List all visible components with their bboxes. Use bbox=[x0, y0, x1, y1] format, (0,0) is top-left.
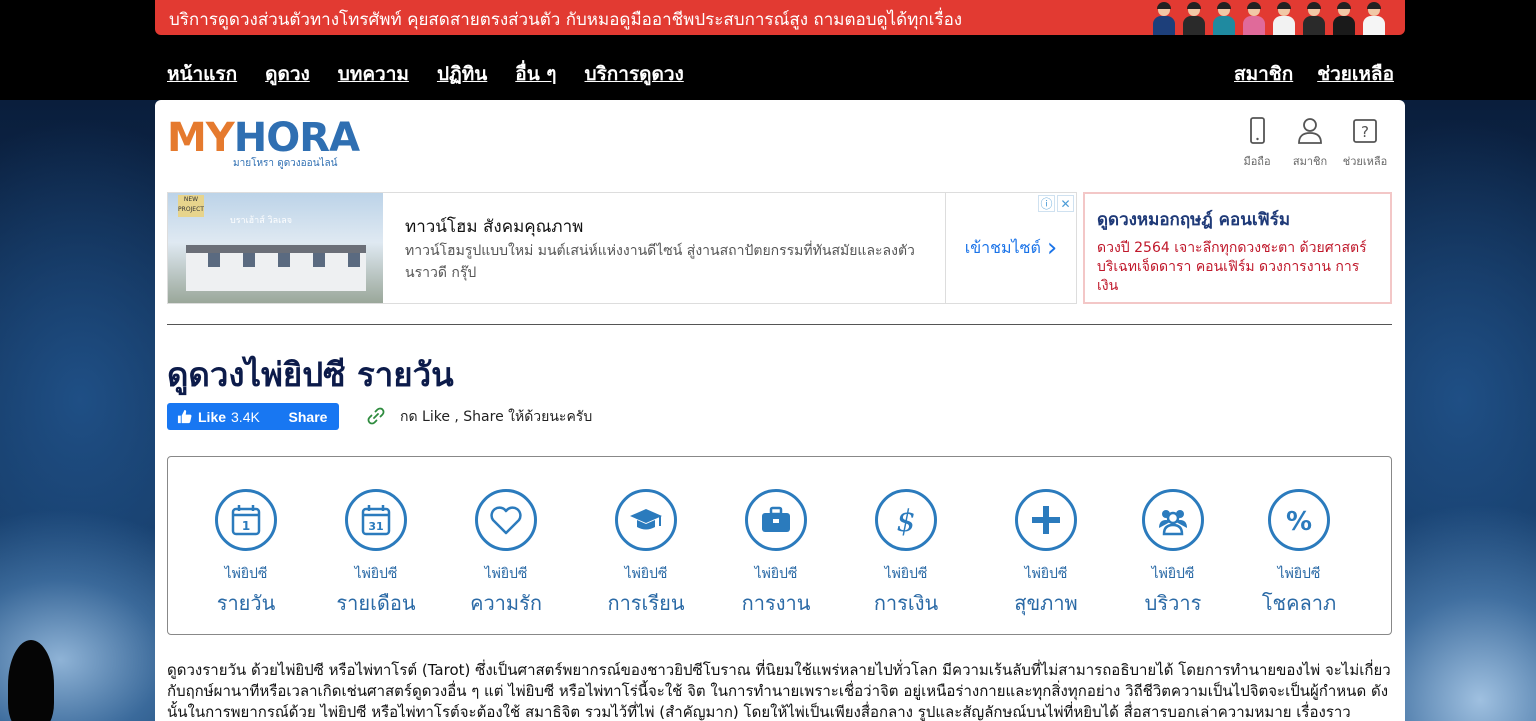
graduation-cap-icon bbox=[630, 509, 662, 530]
calendar-day-icon: 1 bbox=[231, 505, 261, 536]
category-study-label: การเรียน bbox=[607, 591, 685, 615]
display-ad[interactable]: NEW PROJECT บราเฮ้าส์ วิลเลจ ทาวน์โฮม สั… bbox=[167, 192, 1077, 304]
thumbs-up-icon bbox=[177, 409, 192, 424]
category-subordinates-small: ไพ่ยิปซี bbox=[1151, 566, 1195, 582]
category-daily-label: รายวัน bbox=[216, 591, 276, 615]
category-finance[interactable]: $ ไพ่ยิปซี การเงิน bbox=[841, 489, 971, 619]
help-label: ช่วยเหลือ bbox=[1342, 155, 1388, 168]
category-subordinates-label: บริวาร bbox=[1144, 591, 1202, 615]
plus-icon bbox=[1032, 506, 1060, 534]
ad-visit-label: เข้าชมไซต์ bbox=[964, 237, 1041, 257]
svg-text:?: ? bbox=[1361, 123, 1369, 141]
facebook-share-button[interactable]: Share bbox=[277, 403, 339, 430]
category-work-label: การงาน bbox=[741, 591, 811, 615]
share-label: Share bbox=[288, 408, 328, 425]
link-icon[interactable] bbox=[365, 405, 387, 427]
ad-info-icon[interactable]: ⓘ bbox=[1038, 195, 1055, 212]
promo-banner[interactable]: บริการดูดวงส่วนตัวทางโทรศัพท์ คุยสดสายตร… bbox=[155, 0, 1405, 35]
divider bbox=[167, 324, 1392, 325]
chevron-right-icon: › bbox=[1046, 233, 1058, 263]
briefcase-icon bbox=[762, 506, 790, 532]
nav-member[interactable]: สมาชิก bbox=[1234, 59, 1293, 89]
dollar-icon: $ bbox=[896, 504, 915, 538]
nav-home[interactable]: หน้าแรก bbox=[167, 59, 237, 89]
logo-my-text: MY bbox=[167, 115, 235, 161]
share-note: กด Like , Share ให้ด้วยนะครับ bbox=[400, 409, 593, 425]
percent-icon: % bbox=[1286, 507, 1312, 537]
page-title: ดูดวงไพ่ยิปซี รายวัน bbox=[167, 355, 454, 394]
category-daily-small: ไพ่ยิปซี bbox=[224, 566, 268, 582]
intro-paragraph: ดูดวงรายวัน ด้วยไพ่ยิปซี หรือไพ่ทาโรต์ (… bbox=[167, 661, 1391, 721]
mobile-label: มือถือ bbox=[1243, 155, 1271, 168]
calendar-day-number: 1 bbox=[242, 519, 250, 533]
nav-services[interactable]: บริการดูดวง bbox=[585, 59, 684, 89]
help-link[interactable]: ? ช่วยเหลือ bbox=[1340, 116, 1390, 170]
nav-horoscope[interactable]: ดูดวง bbox=[265, 59, 310, 89]
nav-calendar[interactable]: ปฏิทิน bbox=[437, 59, 487, 89]
category-daily[interactable]: 1 ไพ่ยิปซี รายวัน bbox=[181, 489, 311, 619]
category-study-small: ไพ่ยิปซี bbox=[624, 566, 668, 582]
calendar-month-number: 31 bbox=[368, 520, 383, 533]
promo-text: บริการดูดวงส่วนตัวทางโทรศัพท์ คุยสดสายตร… bbox=[169, 10, 963, 30]
nav-other[interactable]: อื่น ๆ bbox=[515, 59, 556, 89]
category-love-small: ไพ่ยิปซี bbox=[484, 566, 528, 582]
promo-people-image bbox=[1151, 2, 1387, 35]
category-finance-small: ไพ่ยิปซี bbox=[884, 566, 928, 582]
svg-text:%: % bbox=[1286, 507, 1312, 537]
ad-title[interactable]: ทาวน์โฮม สังคมคุณภาพ bbox=[405, 213, 583, 240]
category-health-label: สุขภาพ bbox=[1014, 591, 1078, 615]
category-health[interactable]: ไพ่ยิปซี สุขภาพ bbox=[981, 489, 1111, 619]
side-ad-description: ดวงปี 2564 เจาะลึกทุกดวงชะตา ด้วยศาสตร์บ… bbox=[1097, 240, 1367, 294]
category-work-small: ไพ่ยิปซี bbox=[754, 566, 798, 582]
top-navigation: หน้าแรก ดูดวง บทความ ปฏิทิน อื่น ๆ บริกา… bbox=[0, 35, 1536, 100]
category-subordinates[interactable]: ไพ่ยิปซี บริวาร bbox=[1108, 489, 1238, 619]
svg-text:$: $ bbox=[896, 504, 915, 538]
side-ad-title[interactable]: ดูดวงหมอกฤษฎ์ คอนเฟิร์ม bbox=[1097, 206, 1378, 233]
ad-choices: ⓘ ✕ bbox=[1038, 195, 1074, 212]
category-study[interactable]: ไพ่ยิปซี การเรียน bbox=[581, 489, 711, 619]
main-content-card: MYHORA มายโหรา ดูดวงออนไลน์ มือถือ สมาชิ… bbox=[155, 100, 1405, 721]
category-monthly-label: รายเดือน bbox=[336, 591, 416, 615]
member-label: สมาชิก bbox=[1292, 155, 1328, 168]
category-finance-label: การเงิน bbox=[873, 591, 939, 615]
category-monthly-small: ไพ่ยิปซี bbox=[354, 566, 398, 582]
mobile-phone-icon bbox=[1250, 117, 1265, 144]
ad-image-title: บราเฮ้าส์ วิลเลจ bbox=[230, 216, 293, 226]
member-link[interactable]: สมาชิก bbox=[1285, 116, 1335, 170]
category-fortune-small: ไพ่ยิปซี bbox=[1277, 566, 1321, 582]
logo-hora-text: HORA bbox=[233, 115, 360, 161]
category-health-small: ไพ่ยิปซี bbox=[1024, 566, 1068, 582]
mobile-link[interactable]: มือถือ bbox=[1232, 116, 1282, 170]
category-love[interactable]: ไพ่ยิปซี ความรัก bbox=[441, 489, 571, 619]
category-love-label: ความรัก bbox=[470, 591, 542, 615]
like-count: 3.4K bbox=[231, 408, 260, 425]
nav-help[interactable]: ช่วยเหลือ bbox=[1317, 59, 1394, 89]
user-icon bbox=[1298, 118, 1322, 144]
tarot-category-box: 1 ไพ่ยิปซี รายวัน 31 ไพ่ยิปซี รายเดือน ไ… bbox=[167, 456, 1392, 635]
nav-articles[interactable]: บทความ bbox=[338, 59, 409, 89]
side-ad[interactable]: ดูดวงหมอกฤษฎ์ คอนเฟิร์ม ดวงปี 2564 เจาะล… bbox=[1083, 192, 1392, 304]
ad-description: ทาวน์โฮมรูปแบบใหม่ มนต์เสน่ห์แห่งงานดีไซ… bbox=[405, 243, 915, 281]
logo-tagline: มายโหรา ดูดวงออนไลน์ bbox=[233, 158, 338, 169]
category-fortune-label: โชคลาภ bbox=[1261, 591, 1337, 615]
category-monthly[interactable]: 31 ไพ่ยิปซี รายเดือน bbox=[311, 489, 441, 619]
help-question-icon: ? bbox=[1353, 119, 1377, 143]
account-nav: สมาชิก ช่วยเหลือ bbox=[1234, 59, 1394, 89]
site-logo[interactable]: MYHORA มายโหรา ดูดวงออนไลน์ bbox=[167, 115, 360, 173]
ad-new-badge: NEW PROJECT bbox=[178, 195, 204, 217]
ad-close-icon[interactable]: ✕ bbox=[1057, 195, 1074, 212]
main-nav: หน้าแรก ดูดวง บทความ ปฏิทิน อื่น ๆ บริกา… bbox=[167, 59, 684, 89]
tree-silhouette bbox=[8, 640, 54, 721]
like-label: Like bbox=[198, 408, 227, 425]
category-fortune[interactable]: % ไพ่ยิปซี โชคลาภ bbox=[1234, 489, 1364, 619]
people-icon bbox=[1159, 510, 1187, 536]
heart-icon bbox=[490, 506, 522, 535]
category-work[interactable]: ไพ่ยิปซี การงาน bbox=[711, 489, 841, 619]
ad-image: NEW PROJECT บราเฮ้าส์ วิลเลจ bbox=[168, 193, 383, 303]
calendar-month-icon: 31 bbox=[361, 505, 391, 536]
